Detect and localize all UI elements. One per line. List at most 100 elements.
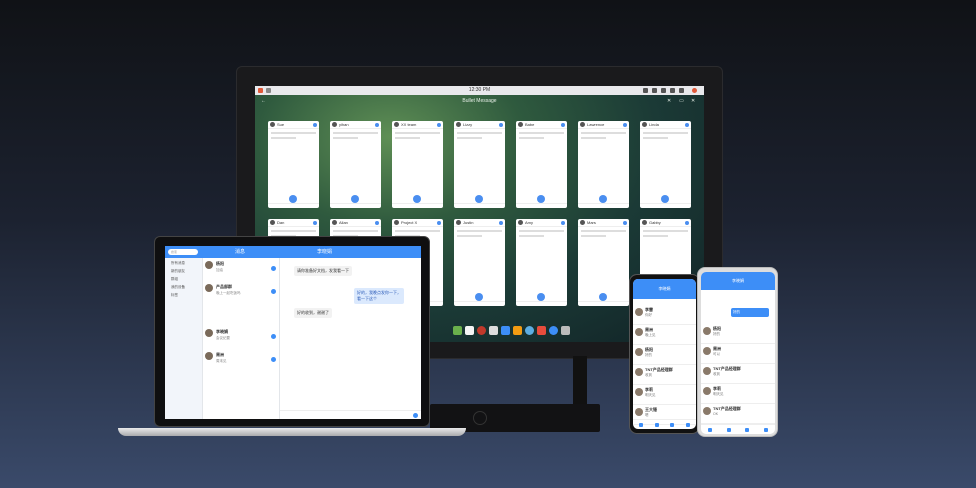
user-avatar-icon[interactable] xyxy=(692,88,697,93)
status-dot-icon xyxy=(561,122,565,127)
phone-tabbar xyxy=(633,419,696,429)
chat-window-footer xyxy=(640,203,691,208)
dock-app-icon[interactable] xyxy=(476,326,486,335)
list-item[interactable]: TNT产品经理群 收到 xyxy=(633,365,696,385)
chat-window[interactable]: Mars xyxy=(578,219,629,306)
tab-icon[interactable] xyxy=(638,422,643,427)
microphone-icon[interactable] xyxy=(475,195,483,203)
chat-window[interactable]: Babe xyxy=(516,121,567,208)
chat-window[interactable]: Amy xyxy=(516,219,567,306)
status-dot-icon xyxy=(437,220,441,225)
tab-messages[interactable]: 消息 xyxy=(235,246,245,258)
tab-icon[interactable] xyxy=(686,422,691,427)
send-icon[interactable] xyxy=(413,413,418,418)
message-line xyxy=(333,132,378,134)
message-input[interactable] xyxy=(280,410,421,419)
phone-android: 李晓娟 好的 杨阳 好的 周洲 可以 TNT产品经理群 收到 李莉 明天见 TNT产品经理群 OK xyxy=(697,267,778,437)
minimize-icon[interactable]: ✕ xyxy=(667,95,671,107)
message-snippet: 明天见 xyxy=(713,392,724,396)
list-item[interactable]: 周洲 晚上见 xyxy=(633,325,696,345)
contact-name: Babe xyxy=(525,122,535,127)
tab-icon[interactable] xyxy=(726,427,731,432)
list-item[interactable]: 产品部群 晚上一起吃饭吗 xyxy=(203,281,279,326)
unread-badge xyxy=(271,289,276,294)
contact-name: Linda xyxy=(649,122,659,127)
message-snippet: OK xyxy=(713,412,719,416)
list-item[interactable]: 李莉 明天见 xyxy=(701,384,775,404)
search-icon[interactable] xyxy=(643,88,648,93)
dock-app-icon[interactable] xyxy=(488,326,498,335)
list-item[interactable]: 李莉 明天见 xyxy=(633,385,696,405)
chat-window[interactable]: yihan xyxy=(330,121,381,208)
chat-window[interactable]: Lizzy xyxy=(454,121,505,208)
message-line xyxy=(333,230,378,232)
laptop-base xyxy=(118,428,466,436)
avatar xyxy=(635,328,643,336)
status-dot-icon xyxy=(375,122,379,127)
microphone-icon[interactable] xyxy=(351,195,359,203)
chat-window-header: Sue xyxy=(268,121,319,129)
sidebar-item[interactable]: 标签 xyxy=(171,293,202,298)
contact-name: 周洲 xyxy=(216,352,224,357)
message-line xyxy=(395,132,440,134)
message-bubble: 好的收到，谢谢了 xyxy=(294,308,332,318)
list-item[interactable]: 周洲 可以 xyxy=(701,344,775,364)
avatar xyxy=(703,387,711,395)
wifi-icon[interactable] xyxy=(661,88,666,93)
maximize-icon[interactable]: ▭ xyxy=(679,95,684,107)
chat-window[interactable]: Sue xyxy=(268,121,319,208)
chat-window-header: Justin xyxy=(454,219,505,227)
microphone-icon[interactable] xyxy=(413,195,421,203)
status-dot-icon xyxy=(375,220,379,225)
tab-icon[interactable] xyxy=(654,422,659,427)
volume-icon[interactable] xyxy=(679,88,684,93)
list-item[interactable]: 杨阳 加油 xyxy=(203,258,279,281)
list-item[interactable]: 杨阳 好的 xyxy=(701,324,775,344)
list-item[interactable]: 李晓娟 会议纪要 xyxy=(203,326,279,349)
sidebar-item[interactable]: 群组 xyxy=(171,277,202,282)
search-input[interactable]: 搜索 xyxy=(168,249,198,255)
dock-app-icon[interactable] xyxy=(536,326,546,335)
sidebar-item[interactable]: 所有消息 xyxy=(171,261,202,266)
tab-icon[interactable] xyxy=(763,427,768,432)
microphone-icon[interactable] xyxy=(537,293,545,301)
system-menubar: 12:30 PM xyxy=(255,86,704,95)
avatar xyxy=(642,122,647,127)
laptop: 搜索 消息 李晓娟 所有消息 新的朋友 群组 我的设备 标签 杨阳 加油 产品部群… xyxy=(154,236,430,427)
microphone-icon[interactable] xyxy=(599,195,607,203)
tab-icon[interactable] xyxy=(708,427,713,432)
dock-app-icon[interactable] xyxy=(512,326,522,335)
trash-icon[interactable] xyxy=(560,326,570,335)
list-item[interactable]: 李雷 你好 xyxy=(633,305,696,325)
dock-app-icon[interactable] xyxy=(548,326,558,335)
list-item[interactable]: 杨阳 好的 xyxy=(633,345,696,365)
avatar xyxy=(635,348,643,356)
tab-icon[interactable] xyxy=(670,422,675,427)
dock-app-icon[interactable] xyxy=(452,326,462,335)
laptop-app-header: 搜索 消息 李晓娟 xyxy=(165,246,421,258)
sidebar-item[interactable]: 新的朋友 xyxy=(171,269,202,274)
message-line xyxy=(581,230,626,232)
chat-window-footer xyxy=(516,301,567,306)
list-item[interactable]: 周洲 周末见 xyxy=(203,349,279,372)
chat-window[interactable]: Justin xyxy=(454,219,505,306)
dock-app-icon[interactable] xyxy=(524,326,534,335)
microphone-icon[interactable] xyxy=(599,293,607,301)
microphone-icon[interactable] xyxy=(289,195,297,203)
sidebar-item[interactable]: 我的设备 xyxy=(171,285,202,290)
microphone-icon[interactable] xyxy=(475,293,483,301)
chat-window-header: Lizzy xyxy=(454,121,505,129)
dock-app-icon[interactable] xyxy=(500,326,510,335)
chat-window[interactable]: Linda xyxy=(640,121,691,208)
microphone-icon[interactable] xyxy=(537,195,545,203)
message-line xyxy=(271,137,296,139)
list-item[interactable]: TNT产品经理群 OK xyxy=(701,404,775,424)
bluetooth-icon[interactable] xyxy=(652,88,657,93)
microphone-icon[interactable] xyxy=(661,195,669,203)
tab-icon[interactable] xyxy=(745,427,750,432)
dock-app-icon[interactable] xyxy=(464,326,474,335)
chat-window[interactable]: Lawrence xyxy=(578,121,629,208)
list-item[interactable]: TNT产品经理群 收到 xyxy=(701,364,775,384)
close-icon[interactable]: ✕ xyxy=(691,95,695,107)
chat-window[interactable]: XX team xyxy=(392,121,443,208)
